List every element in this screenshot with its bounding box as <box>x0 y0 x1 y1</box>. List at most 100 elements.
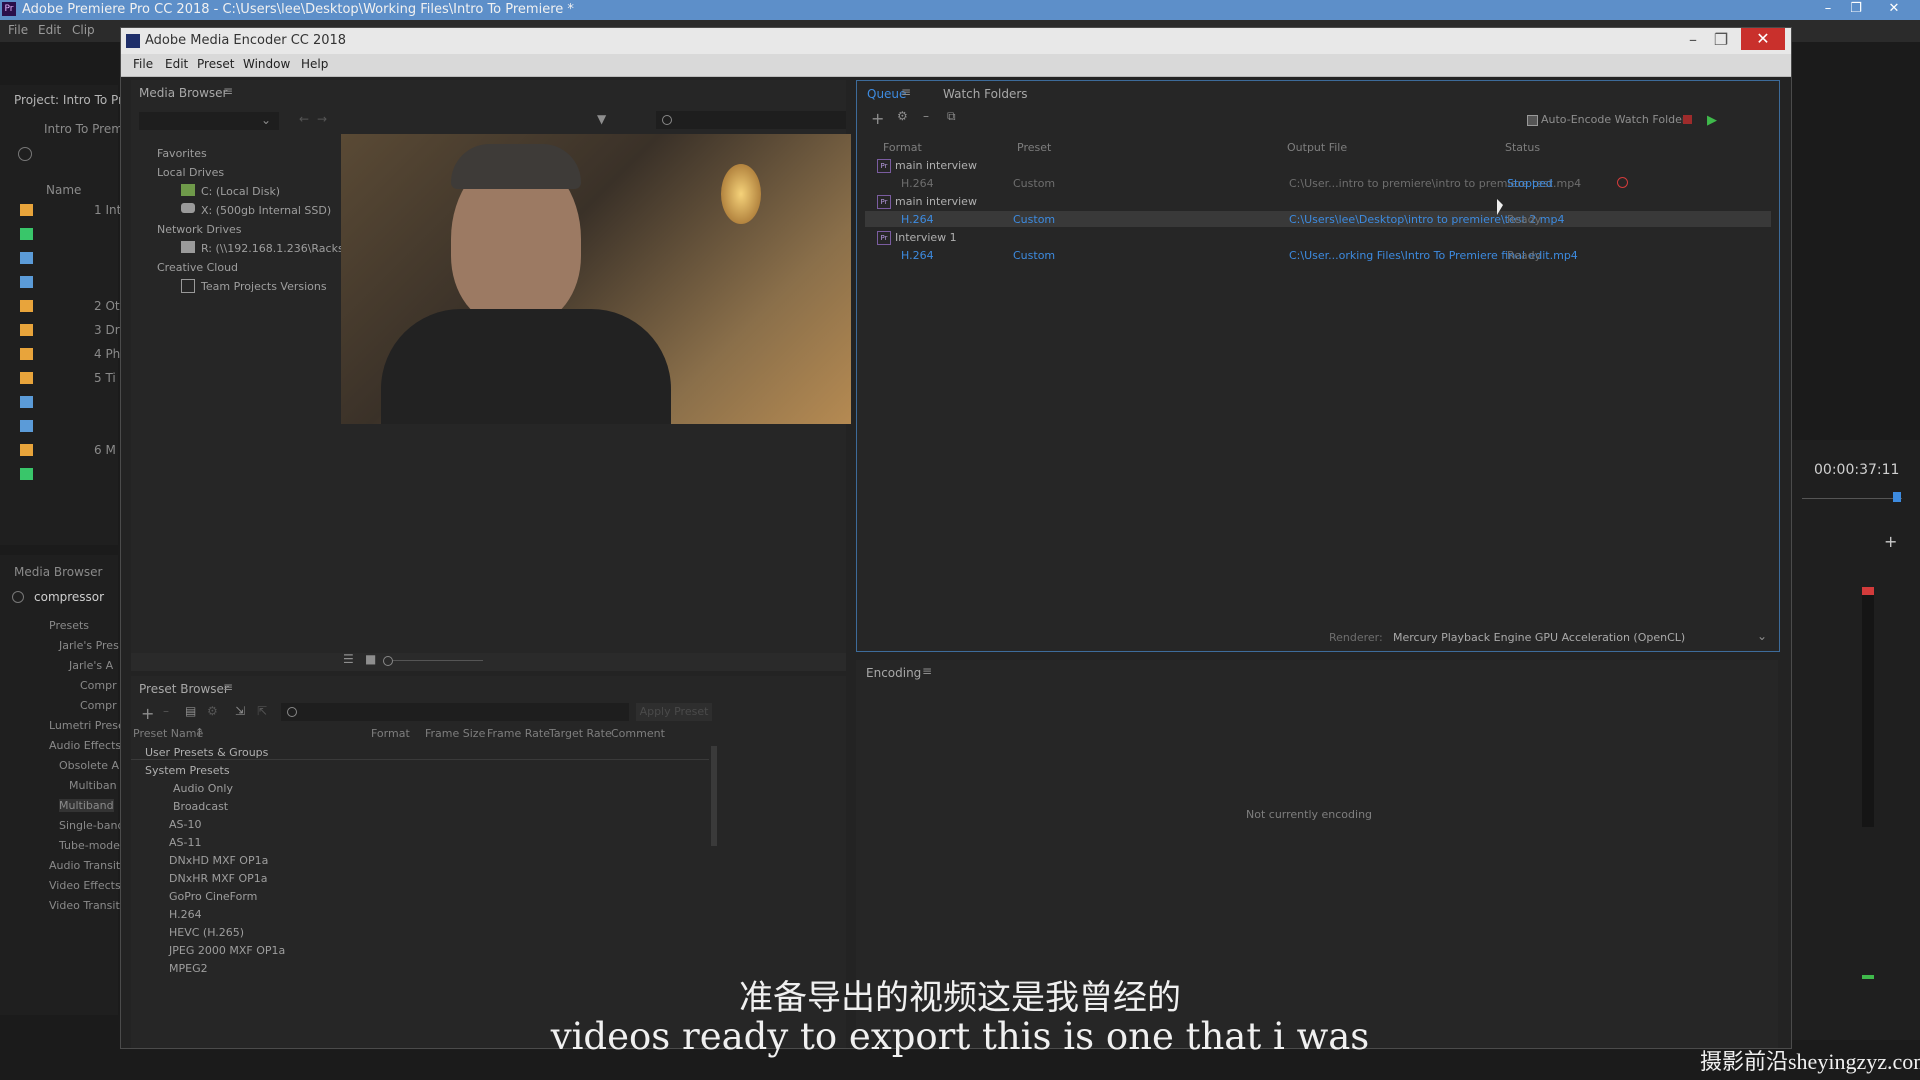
user-presets-group[interactable]: User Presets & Groups <box>145 746 268 759</box>
tree-item[interactable]: Jarle's Pres <box>59 639 119 652</box>
export-icon[interactable]: ⇱ <box>257 704 267 718</box>
menu-help[interactable]: Help <box>301 57 328 71</box>
panel-menu-icon[interactable]: ≡ <box>223 680 233 694</box>
col-status[interactable]: Status <box>1505 141 1540 154</box>
col-preset-name[interactable]: Preset Name <box>133 727 203 740</box>
preset-search-input[interactable]: compressor <box>34 590 104 604</box>
queue-source-name[interactable]: main interview <box>895 159 977 172</box>
preset-category[interactable]: Broadcast <box>173 800 228 813</box>
playhead-icon[interactable] <box>1893 492 1901 502</box>
preset-item[interactable]: GoPro CineForm <box>169 890 257 903</box>
search-icon[interactable] <box>18 147 32 161</box>
col-target-rate[interactable]: Target Rate <box>549 727 612 740</box>
add-source-icon[interactable]: + <box>871 109 884 128</box>
renderer-dropdown[interactable]: Mercury Playback Engine GPU Acceleration… <box>1393 631 1685 644</box>
queue-preset[interactable]: Custom <box>1013 177 1055 190</box>
duplicate-icon[interactable]: ⧉ <box>947 109 956 124</box>
tree-item[interactable]: Audio Effects <box>49 739 121 752</box>
chevron-down-icon[interactable]: ⌄ <box>1757 629 1767 643</box>
add-preset-icon[interactable]: + <box>141 704 154 723</box>
start-queue-icon[interactable]: ▶ <box>1707 113 1717 128</box>
team-projects[interactable]: Team Projects Versions <box>201 280 327 293</box>
menu-edit[interactable]: Edit <box>38 23 61 37</box>
icon-view-icon[interactable]: ■ <box>365 652 376 666</box>
col-preset[interactable]: Preset <box>1017 141 1051 154</box>
bin-item[interactable]: 5 Ti <box>94 371 116 385</box>
import-icon[interactable]: ⇲ <box>235 704 245 718</box>
tree-item[interactable]: Multiban <box>69 779 117 792</box>
tree-item[interactable]: Audio Transit <box>49 859 120 872</box>
minimize-icon[interactable]: – <box>1681 30 1705 50</box>
encoding-tab[interactable]: Encoding <box>866 666 921 680</box>
tree-favorites[interactable]: Favorites <box>157 147 207 160</box>
media-browser-tab[interactable]: Media Browser <box>139 86 227 100</box>
tree-item[interactable]: Video Effects <box>49 879 121 892</box>
tree-network-drives[interactable]: Network Drives <box>157 223 241 236</box>
preset-item[interactable]: HEVC (H.265) <box>169 926 244 939</box>
filter-icon[interactable]: ▼ <box>597 112 606 126</box>
preset-item[interactable]: H.264 <box>169 908 202 921</box>
list-view-icon[interactable]: ☰ <box>343 652 354 666</box>
minimize-icon[interactable]: – <box>1814 0 1842 18</box>
tree-item[interactable]: Lumetri Prese <box>49 719 125 732</box>
menu-preset[interactable]: Preset <box>197 57 234 71</box>
media-browser-tab[interactable]: Media Browser <box>14 565 102 579</box>
remove-preset-icon[interactable]: – <box>163 704 169 718</box>
forward-icon[interactable]: → <box>317 112 327 126</box>
settings-icon[interactable]: ⚙ <box>207 704 218 718</box>
col-frame-size[interactable]: Frame Size <box>425 727 485 740</box>
system-presets-group[interactable]: System Presets <box>145 764 230 777</box>
back-icon[interactable]: ← <box>299 112 309 126</box>
tree-item[interactable]: Compr <box>80 679 117 692</box>
queue-format[interactable]: H.264 <box>901 213 934 226</box>
close-icon[interactable]: ✕ <box>1741 28 1785 50</box>
menu-file[interactable]: File <box>8 23 28 37</box>
maximize-icon[interactable]: ❐ <box>1709 30 1733 50</box>
tree-item[interactable]: Multiband <box>59 799 114 812</box>
apply-preset-button[interactable]: Apply Preset <box>636 703 712 721</box>
tree-item[interactable]: Jarle's A <box>69 659 113 672</box>
drive-r[interactable]: R: (\\192.168.1.236\Racksta <box>201 242 355 255</box>
sort-up-icon[interactable]: ↑ <box>195 726 204 739</box>
panel-menu-icon[interactable]: ≡ <box>922 664 932 678</box>
settings-icon[interactable]: ⚙ <box>897 109 908 123</box>
col-format[interactable]: Format <box>371 727 410 740</box>
new-group-icon[interactable]: ▤ <box>185 704 196 718</box>
name-column-header[interactable]: Name <box>46 183 81 197</box>
search-input[interactable] <box>656 111 846 129</box>
preset-browser-tab[interactable]: Preset Browser <box>139 682 229 696</box>
project-item[interactable]: Intro To Premi <box>44 122 126 136</box>
bin-item[interactable]: 4 Ph <box>94 347 120 361</box>
add-icon[interactable]: + <box>1884 532 1897 551</box>
maximize-icon[interactable]: ❐ <box>1842 0 1870 18</box>
close-icon[interactable]: ✕ <box>1880 0 1908 18</box>
video-preview-thumbnail[interactable] <box>341 134 851 424</box>
tree-item[interactable]: Presets <box>49 619 89 632</box>
menu-window[interactable]: Window <box>243 57 290 71</box>
queue-format[interactable]: H.264 <box>901 249 934 262</box>
zoom-slider[interactable] <box>393 660 483 661</box>
menu-file[interactable]: File <box>133 57 153 71</box>
preset-item[interactable]: JPEG 2000 MXF OP1a <box>169 944 285 957</box>
queue-format[interactable]: H.264 <box>901 177 934 190</box>
bin-item[interactable]: 2 Ot <box>94 299 120 313</box>
panel-menu-icon[interactable]: ≡ <box>901 85 911 99</box>
bin-item[interactable]: 6 M <box>94 443 116 457</box>
preset-item[interactable]: DNxHR MXF OP1a <box>169 872 268 885</box>
preset-search-input[interactable] <box>281 703 629 721</box>
auto-encode-checkbox[interactable] <box>1527 115 1538 126</box>
tree-item[interactable]: Compr <box>80 699 117 712</box>
queue-source-name[interactable]: main interview <box>895 195 977 208</box>
panel-menu-icon[interactable]: ≡ <box>223 84 233 98</box>
tree-item[interactable]: Video Transit <box>49 899 120 912</box>
path-dropdown[interactable] <box>139 112 279 130</box>
menu-clip[interactable]: Clip <box>72 23 95 37</box>
tree-local-drives[interactable]: Local Drives <box>157 166 224 179</box>
queue-source-name[interactable]: Interview 1 <box>895 231 957 244</box>
col-output-file[interactable]: Output File <box>1287 141 1347 154</box>
bin-item[interactable]: 3 Dr <box>94 323 120 337</box>
zoom-slider-handle[interactable] <box>383 656 393 666</box>
col-frame-rate[interactable]: Frame Rate <box>487 727 550 740</box>
tab-watch-folders[interactable]: Watch Folders <box>943 87 1028 101</box>
preset-item[interactable]: AS-10 <box>169 818 201 831</box>
